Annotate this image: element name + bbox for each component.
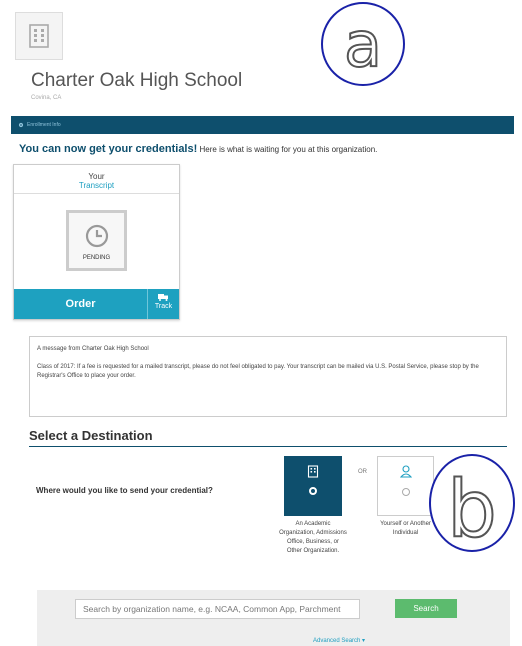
credential-card: Your Transcript PENDING Order Track bbox=[13, 164, 180, 320]
annotation-b-letter: b bbox=[447, 465, 497, 550]
clock-icon bbox=[85, 224, 108, 248]
search-button[interactable]: Search bbox=[395, 599, 457, 618]
track-label: Track bbox=[154, 303, 173, 310]
destination-divider bbox=[29, 446, 507, 447]
academic-radio[interactable] bbox=[309, 487, 317, 495]
school-name: Charter Oak High School bbox=[31, 70, 243, 91]
person-icon bbox=[400, 465, 412, 478]
annotation-a-letter: a bbox=[344, 8, 382, 81]
option-academic-caption: An Academic Organization, Admissions Off… bbox=[279, 521, 347, 554]
or-label: OR bbox=[358, 469, 367, 475]
school-location: Covina, CA bbox=[31, 95, 62, 101]
building-icon bbox=[29, 24, 49, 48]
pending-status-box: PENDING bbox=[66, 210, 127, 271]
search-area: Search Advanced Search ▾ bbox=[37, 590, 510, 646]
message-body: Class of 2017: If a fee is requested for… bbox=[37, 364, 479, 379]
card-header: Your Transcript bbox=[14, 165, 179, 194]
order-button[interactable]: Order bbox=[14, 289, 147, 319]
headline-bold: You can now get your credentials! bbox=[19, 143, 198, 155]
card-credential-type[interactable]: Transcript bbox=[14, 181, 179, 190]
truck-icon bbox=[158, 294, 168, 301]
destination-question: Where would you like to send your creden… bbox=[36, 486, 213, 495]
option-academic-organization[interactable] bbox=[284, 456, 342, 516]
enrollment-info-bar[interactable]: Enrollment Info bbox=[11, 116, 514, 134]
pending-label: PENDING bbox=[82, 255, 111, 261]
card-your-label: Your bbox=[88, 172, 105, 181]
enrollment-info-label: Enrollment Info bbox=[27, 122, 61, 128]
track-button[interactable]: Track bbox=[147, 289, 179, 319]
building-icon bbox=[307, 465, 319, 478]
organization-search-input[interactable] bbox=[75, 599, 360, 619]
headline-rest: Here is what is waiting for you at this … bbox=[199, 145, 378, 154]
destination-title: Select a Destination bbox=[29, 428, 153, 443]
card-actions: Order Track bbox=[14, 289, 179, 319]
advanced-search-link[interactable]: Advanced Search ▾ bbox=[313, 637, 365, 644]
headline: You can now get your credentials! Here i… bbox=[19, 143, 377, 155]
message-title: A message from Charter Oak High School bbox=[37, 346, 149, 352]
annotation-b: b bbox=[429, 454, 515, 556]
annotation-a: a bbox=[321, 2, 405, 86]
option-individual[interactable] bbox=[377, 456, 434, 516]
school-message: A message from Charter Oak High School C… bbox=[29, 336, 507, 417]
individual-radio[interactable] bbox=[401, 488, 410, 496]
option-individual-caption: Yourself or Another Individual bbox=[380, 521, 431, 536]
school-logo bbox=[15, 12, 63, 60]
gear-icon bbox=[18, 122, 24, 128]
